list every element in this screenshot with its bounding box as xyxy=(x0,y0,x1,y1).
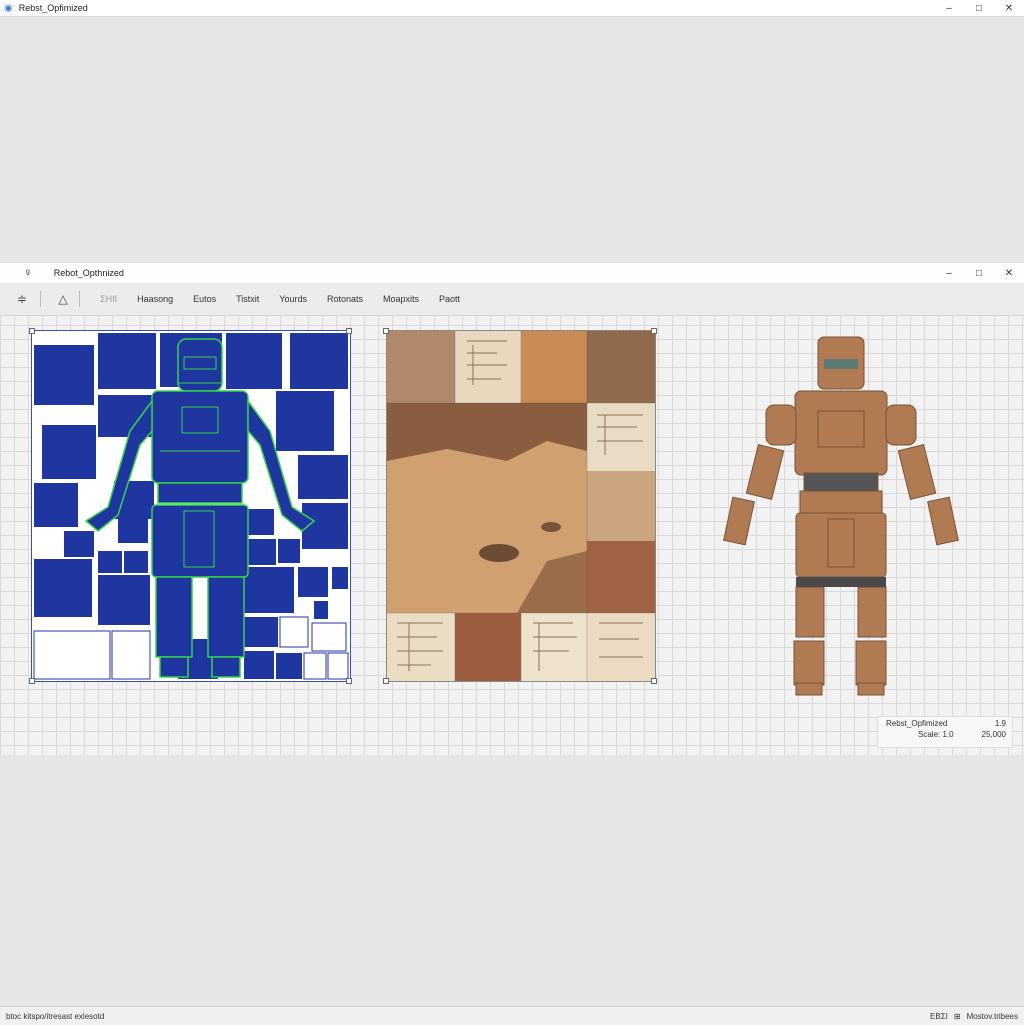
uv-islands xyxy=(33,333,349,680)
outer-window-title: Rebst_Opfimized xyxy=(18,3,88,13)
maximize-icon[interactable]: □ xyxy=(964,268,994,279)
sliders-icon[interactable]: ≑ xyxy=(14,292,30,306)
inner-window-title: Rebot_Opthnized xyxy=(53,268,124,278)
menu-item-0[interactable]: ΣΗΙΙ xyxy=(100,294,117,304)
app-logo-icon: ᵍ xyxy=(26,267,30,279)
poly-count: 25,000 xyxy=(981,730,1006,739)
menu-item-4[interactable]: Yourds xyxy=(279,294,307,304)
model-name: Rebst_Opfimized xyxy=(886,719,948,728)
resize-handle[interactable] xyxy=(346,678,352,684)
resize-handle[interactable] xyxy=(29,678,35,684)
model-info-box: Rebst_Opfimized 1.9 Scale: 1.0 25,000 xyxy=(877,716,1013,748)
status-text: btoc kitspo/itresast exlesotd xyxy=(6,1011,105,1021)
grid-icon[interactable]: ⊞ xyxy=(954,1012,961,1021)
status-right-text: Mostov.tribees xyxy=(966,1011,1018,1021)
close-icon[interactable]: ✕ xyxy=(994,3,1024,14)
toolbar: ≑ △ ΣΗΙΙ Haasong Eutos Tistxit Yourds Ro… xyxy=(0,283,1024,316)
inner-title-bar: ᵍ Rebot_Opthnized – □ ✕ xyxy=(0,263,1024,283)
menu-item-5[interactable]: Rotonats xyxy=(327,294,363,304)
app-icon: ◉ xyxy=(4,2,13,14)
resize-handle[interactable] xyxy=(651,678,657,684)
menu-item-6[interactable]: Moapxits xyxy=(383,294,419,304)
status-bar: btoc kitspo/itresast exlesotd ΕΒΣΙ ⊞ Mos… xyxy=(0,1006,1024,1025)
resize-handle[interactable] xyxy=(383,678,389,684)
menu-item-2[interactable]: Eutos xyxy=(193,294,216,304)
resize-handle[interactable] xyxy=(346,328,352,334)
scale-label: Scale: 1.0 xyxy=(918,730,954,739)
menu-item-7[interactable]: Paott xyxy=(439,294,460,304)
texture-atlas-panel[interactable] xyxy=(386,330,656,682)
uv-layout-panel[interactable] xyxy=(31,330,351,682)
menu-item-3[interactable]: Tistxit xyxy=(236,294,259,304)
menu-item-1[interactable]: Haasong xyxy=(137,294,173,304)
outer-title-bar: ◉ Rebst_Opfimized – □ ✕ xyxy=(0,0,1024,17)
maximize-icon[interactable]: □ xyxy=(964,3,994,14)
minimize-icon[interactable]: – xyxy=(934,3,964,14)
resize-handle[interactable] xyxy=(383,328,389,334)
resize-handle[interactable] xyxy=(651,328,657,334)
close-icon[interactable]: ✕ xyxy=(994,268,1024,279)
toolbar-divider xyxy=(79,291,80,307)
minimize-icon[interactable]: – xyxy=(934,268,964,279)
3d-model-preview[interactable] xyxy=(700,323,990,703)
editor-window: ≑ △ ΣΗΙΙ Haasong Eutos Tistxit Yourds Ro… xyxy=(0,283,1024,755)
toolbar-divider xyxy=(40,291,41,307)
status-code: ΕΒΣΙ xyxy=(930,1011,948,1021)
resize-handle[interactable] xyxy=(29,328,35,334)
model-version: 1.9 xyxy=(994,719,1006,728)
robot-model xyxy=(723,336,959,696)
triangle-icon[interactable]: △ xyxy=(55,292,71,306)
texture-atlas xyxy=(387,331,655,681)
